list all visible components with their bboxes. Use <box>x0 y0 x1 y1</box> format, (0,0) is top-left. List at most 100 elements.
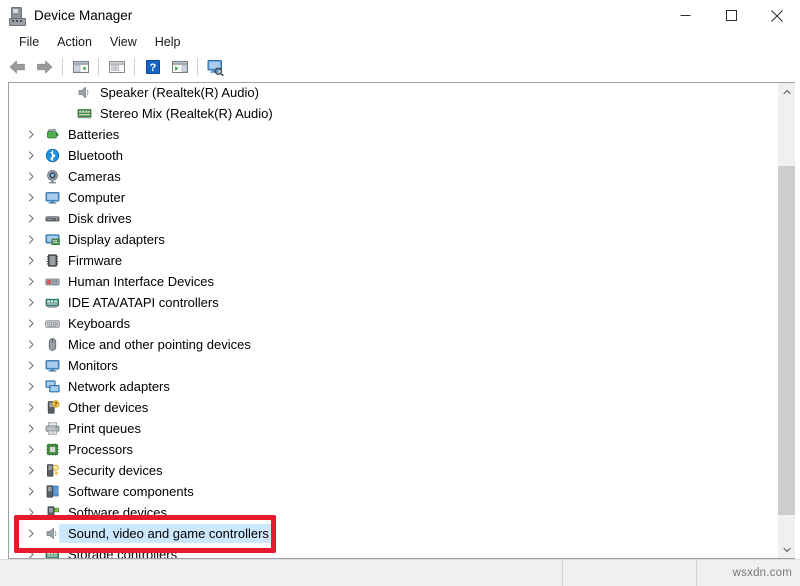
expand-chevron-icon[interactable] <box>23 508 39 517</box>
toolbar-separator-2 <box>98 58 99 76</box>
device-tree: Speaker (Realtek(R) Audio)Stereo Mix (Re… <box>9 83 777 558</box>
expand-chevron-icon[interactable] <box>23 319 39 328</box>
vertical-scroll-track[interactable] <box>778 100 795 541</box>
help-question-icon: ? <box>145 59 161 75</box>
scan-hardware-changes-button[interactable] <box>202 55 229 79</box>
window-controls <box>662 0 800 31</box>
other-device-icon: ? <box>42 400 62 415</box>
scroll-down-button[interactable] <box>778 541 795 558</box>
device-manager-window: Device Manager File Action View Help <box>0 0 800 586</box>
tree-item-label: Bluetooth <box>68 145 123 166</box>
tree-item[interactable]: Stereo Mix (Realtek(R) Audio) <box>9 103 777 124</box>
window-title: Device Manager <box>34 8 132 23</box>
tree-item-label: Other devices <box>68 397 148 418</box>
tree-item-label: Batteries <box>68 124 119 145</box>
vertical-scroll-thumb[interactable] <box>778 166 795 514</box>
scroll-up-button[interactable] <box>778 83 795 100</box>
expand-chevron-icon[interactable] <box>23 256 39 265</box>
keyboard-icon <box>42 316 62 331</box>
hid-icon <box>42 274 62 289</box>
tree-item[interactable]: Cameras <box>9 166 777 187</box>
properties-button[interactable] <box>103 55 130 79</box>
tree-item[interactable]: Mice and other pointing devices <box>9 334 777 355</box>
tree-item-label: Keyboards <box>68 313 130 334</box>
tree-item[interactable]: ? Other devices <box>9 397 777 418</box>
expand-chevron-icon[interactable] <box>23 277 39 286</box>
chevron-up-icon <box>783 89 791 95</box>
tree-item[interactable]: Print queues <box>9 418 777 439</box>
menu-item-action[interactable]: Action <box>48 33 101 51</box>
tree-item-label: Disk drives <box>68 208 132 229</box>
show-hide-console-tree-button[interactable] <box>67 55 94 79</box>
tree-item[interactable]: Keyboards <box>9 313 777 334</box>
close-button[interactable] <box>754 0 800 31</box>
maximize-button[interactable] <box>708 0 754 31</box>
expand-chevron-icon[interactable] <box>23 466 39 475</box>
tree-item-label: Print queues <box>68 418 141 439</box>
back-button[interactable] <box>4 55 31 79</box>
tree-item-label: Cameras <box>68 166 121 187</box>
tree-item[interactable]: Computer <box>9 187 777 208</box>
expand-chevron-icon[interactable] <box>23 130 39 139</box>
expand-chevron-icon[interactable] <box>23 235 39 244</box>
tree-item[interactable]: Network adapters <box>9 376 777 397</box>
tree-item[interactable]: Disk drives <box>9 208 777 229</box>
tree-item[interactable]: Firmware <box>9 250 777 271</box>
tree-item-label: Speaker (Realtek(R) Audio) <box>100 83 259 103</box>
expand-chevron-icon[interactable] <box>23 529 39 538</box>
expand-chevron-icon[interactable] <box>23 214 39 223</box>
software-component-icon <box>42 484 62 499</box>
tree-item[interactable]: Batteries <box>9 124 777 145</box>
tree-item[interactable]: Speaker (Realtek(R) Audio) <box>9 83 777 103</box>
device-tree-scroll-area[interactable]: Speaker (Realtek(R) Audio)Stereo Mix (Re… <box>9 83 777 558</box>
expand-chevron-icon[interactable] <box>23 382 39 391</box>
toolbar: ? <box>0 53 800 81</box>
tree-item[interactable]: Sound, video and game controllers <box>9 523 749 544</box>
vertical-scrollbar[interactable] <box>777 83 795 558</box>
chevron-down-icon <box>783 547 791 553</box>
menu-item-file[interactable]: File <box>10 33 48 51</box>
expand-chevron-icon[interactable] <box>23 172 39 181</box>
expand-chevron-icon[interactable] <box>23 298 39 307</box>
tree-item[interactable]: IDE ATA/ATAPI controllers <box>9 292 777 313</box>
help-button[interactable]: ? <box>139 55 166 79</box>
tree-item-label: IDE ATA/ATAPI controllers <box>68 292 219 313</box>
tree-item[interactable]: Human Interface Devices <box>9 271 777 292</box>
svg-text:?: ? <box>149 62 156 74</box>
expand-chevron-icon[interactable] <box>23 361 39 370</box>
minimize-button[interactable] <box>662 0 708 31</box>
expand-chevron-icon[interactable] <box>23 550 39 558</box>
forward-arrow-icon <box>35 59 54 75</box>
menu-item-view[interactable]: View <box>101 33 146 51</box>
expand-chevron-icon[interactable] <box>23 340 39 349</box>
tree-item[interactable]: Software components <box>9 481 777 502</box>
update-driver-button[interactable] <box>166 55 193 79</box>
mouse-icon <box>42 337 62 352</box>
forward-button[interactable] <box>31 55 58 79</box>
tree-item-label: Human Interface Devices <box>68 271 214 292</box>
expand-chevron-icon[interactable] <box>23 445 39 454</box>
toolbar-separator-1 <box>62 58 63 76</box>
camera-icon <box>42 169 62 184</box>
expand-chevron-icon[interactable] <box>23 151 39 160</box>
printer-icon <box>42 421 62 436</box>
tree-item[interactable]: Display adapters <box>9 229 777 250</box>
console-tree-icon <box>72 59 90 75</box>
tree-item[interactable]: Security devices <box>9 460 777 481</box>
expand-chevron-icon[interactable] <box>23 193 39 202</box>
display-adapter-icon <box>42 232 62 247</box>
tree-item-label: Display adapters <box>68 229 165 250</box>
tree-item-label: Sound, video and game controllers <box>68 523 269 544</box>
menu-item-help[interactable]: Help <box>146 33 190 51</box>
tree-item[interactable]: Monitors <box>9 355 777 376</box>
monitor-icon <box>42 358 62 373</box>
svg-text:?: ? <box>54 402 57 408</box>
expand-chevron-icon[interactable] <box>23 424 39 433</box>
tree-item[interactable]: Bluetooth <box>9 145 777 166</box>
expand-chevron-icon[interactable] <box>23 403 39 412</box>
properties-window-icon <box>108 59 126 75</box>
tree-item[interactable]: Processors <box>9 439 777 460</box>
tree-item-label: Monitors <box>68 355 118 376</box>
expand-chevron-icon[interactable] <box>23 487 39 496</box>
disk-drive-icon <box>42 211 62 226</box>
